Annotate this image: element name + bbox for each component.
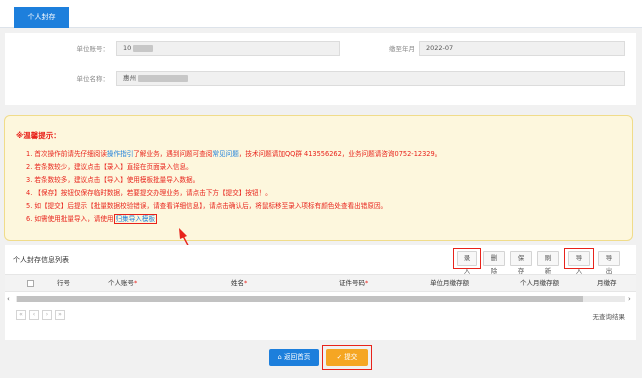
col-text: 姓名 [231,279,244,287]
empty-result-text: 无查询结果 [592,313,626,321]
horizontal-scrollbar[interactable]: ‹ › [5,294,636,304]
col-text: 证件号码 [339,279,365,287]
col-id-number: 证件号码* [339,279,369,287]
list-title: 个人封存信息列表 [13,256,69,264]
refresh-button[interactable]: 刷新 [537,251,559,275]
col-personal-account: 个人账号* [108,279,138,287]
col-personal-monthly-deposit: 个人月缴存额 [520,279,559,287]
prev-page-icon[interactable]: ‹ [29,310,39,320]
highlight-box [564,248,594,269]
col-name: 姓名* [231,279,248,287]
return-home-button[interactable]: ⌂ 返回首页 [269,349,319,366]
home-icon: ⌂ [277,353,282,361]
seal-info-list-panel: 个人封存信息列表 录入 删除 保存 刷新 导入 导出 行号 个人账号* 姓名* … [5,245,636,340]
scroll-left-icon[interactable]: ‹ [7,294,10,304]
submit-label: 提交 [344,353,358,361]
highlight-box [453,248,481,269]
submit-button[interactable]: ✓ 提交 [326,349,368,366]
return-home-label: 返回首页 [283,353,311,361]
delete-button[interactable]: 删除 [483,251,505,275]
last-page-icon[interactable]: » [55,310,65,320]
first-page-icon[interactable]: « [16,310,26,320]
scroll-right-icon[interactable]: › [628,294,631,304]
col-monthly-deposit: 月缴存 [597,279,617,287]
table-header: 行号 个人账号* 姓名* 证件号码* 单位月缴存额 个人月缴存额 月缴存 [5,274,636,292]
col-text: 个人账号 [108,279,134,287]
save-button[interactable]: 保存 [510,251,532,275]
check-icon: ✓ [336,353,343,361]
col-row-number: 行号 [57,279,70,287]
scroll-thumb[interactable] [17,296,583,302]
col-unit-monthly-deposit: 单位月缴存额 [430,279,469,287]
select-all-checkbox[interactable] [27,280,34,287]
next-page-icon[interactable]: › [42,310,52,320]
export-button[interactable]: 导出 [598,251,620,275]
